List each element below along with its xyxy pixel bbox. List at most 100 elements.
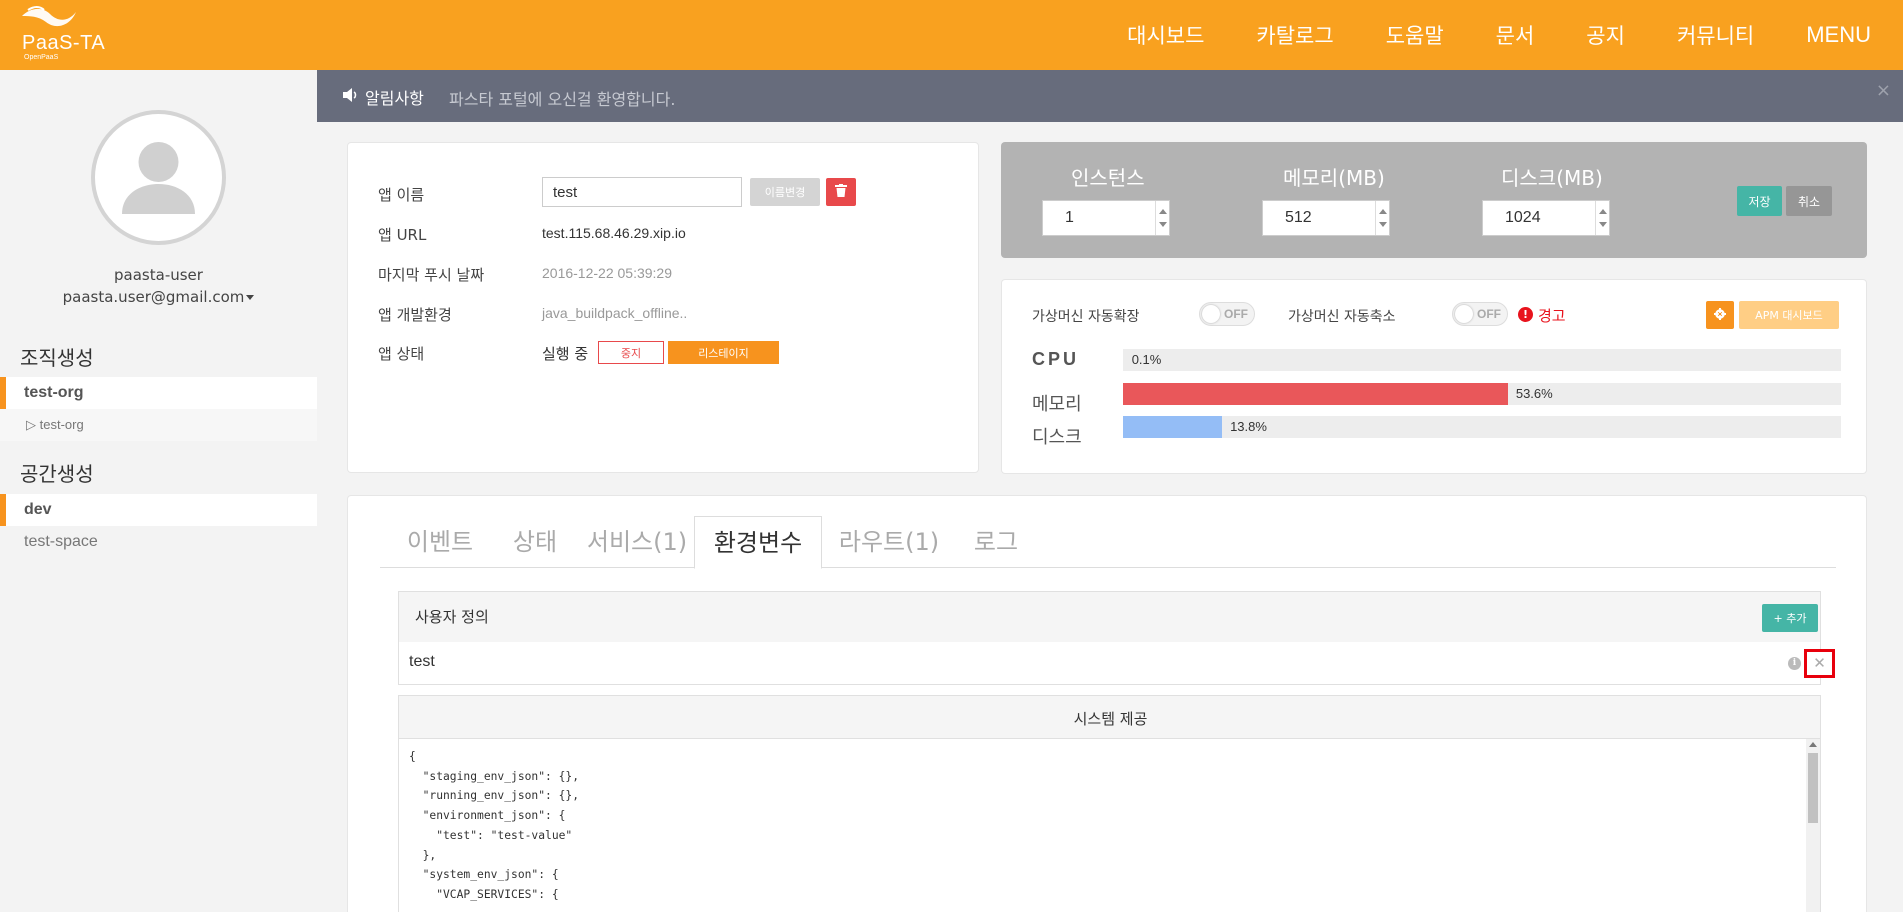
- scale-out-toggle[interactable]: OFF: [1199, 302, 1255, 326]
- arrow-up-icon[interactable]: [1159, 209, 1167, 214]
- instances-value: 1: [1065, 209, 1074, 226]
- user-name: paasta-user: [114, 266, 203, 284]
- stepper-arrows[interactable]: [1155, 201, 1169, 235]
- user-email-dropdown[interactable]: paasta.user@gmail.com: [0, 288, 317, 306]
- close-icon[interactable]: ×: [1876, 80, 1891, 101]
- nav-menu[interactable]: MENU: [1780, 22, 1903, 48]
- nav-community[interactable]: 커뮤니티: [1651, 20, 1780, 50]
- tab-services[interactable]: 서비스(1): [580, 516, 694, 568]
- settings-button[interactable]: [1706, 301, 1734, 329]
- warning-text[interactable]: 경고: [1538, 305, 1566, 326]
- system-provided-title: 시스템 제공: [1073, 710, 1148, 728]
- delete-env-var-button[interactable]: ✕: [1804, 649, 1835, 678]
- tab-env-vars[interactable]: 환경변수: [694, 516, 822, 569]
- paas-ta-logo[interactable]: PaaS-TA OpenPaaS: [18, 6, 128, 66]
- memory-stepper[interactable]: 512: [1262, 200, 1390, 236]
- nav-help[interactable]: 도움말: [1360, 20, 1470, 50]
- resource-settings-card: 인스턴스 1 메모리(MB) 512 디스크(MB) 1024 저장 취소: [1001, 142, 1867, 258]
- avatar: [91, 110, 226, 245]
- user-silhouette-icon: [122, 142, 195, 214]
- disk-label: 디스크(MB): [1501, 166, 1603, 190]
- arrow-up-icon[interactable]: [1379, 209, 1387, 214]
- tab-events[interactable]: 이벤트: [390, 516, 490, 568]
- list-item[interactable]: test i ✕: [398, 642, 1835, 685]
- gear-icon: [1714, 307, 1726, 320]
- instances-label: 인스턴스: [1071, 166, 1145, 190]
- scroll-up-arrow-icon[interactable]: [1809, 742, 1817, 747]
- sidebar-item-org[interactable]: test-org: [0, 377, 317, 409]
- main-nav: 대시보드 카탈로그 도움말 문서 공지 커뮤니티 MENU: [1101, 0, 1903, 70]
- system-env-json[interactable]: { "staging_env_json": {}, "running_env_j…: [409, 747, 579, 905]
- app-url-label: 앱 URL: [378, 226, 427, 244]
- last-push-value: 2016-12-22 05:39:29: [542, 265, 672, 281]
- disk-usage-bar: 13.8%: [1123, 416, 1841, 438]
- disk-value: 1024: [1505, 209, 1541, 226]
- nav-docs[interactable]: 문서: [1470, 20, 1561, 50]
- org-section-title[interactable]: 조직생성: [20, 342, 94, 371]
- memory-bar-fill: [1123, 383, 1508, 405]
- app-url-value[interactable]: test.115.68.46.29.xip.io: [542, 225, 686, 241]
- app-info-card: 앱 이름 이름변경 앱 URL test.115.68.46.29.xip.io…: [347, 142, 979, 473]
- cpu-usage-bar: 0.1%: [1123, 349, 1841, 371]
- stepper-arrows[interactable]: [1595, 201, 1609, 235]
- delete-app-button[interactable]: [826, 178, 856, 206]
- tab-routes[interactable]: 라우트(1): [822, 516, 956, 568]
- metric-label-disk: 디스크: [1032, 427, 1082, 448]
- env-var-key[interactable]: test: [409, 653, 435, 671]
- nav-dashboard[interactable]: 대시보드: [1101, 20, 1230, 50]
- user-defined-title: 사용자 정의: [415, 608, 489, 626]
- app-status-label: 앱 상태: [378, 345, 425, 363]
- disk-stepper[interactable]: 1024: [1482, 200, 1610, 236]
- scrollbar[interactable]: [1806, 739, 1820, 912]
- speaker-icon: [343, 88, 357, 102]
- autoscale-metrics-card: 가상머신 자동확장 OFF 가상머신 자동축소 OFF ! 경고 APM 대시보…: [1001, 279, 1867, 474]
- toggle-knob: [1202, 305, 1220, 323]
- arrow-down-icon[interactable]: [1599, 222, 1607, 227]
- memory-usage-text: 53.6%: [1515, 386, 1553, 401]
- warning-icon: !: [1518, 307, 1533, 322]
- toggle-state: OFF: [1224, 307, 1248, 321]
- sidebar-subitem-org[interactable]: ▷ test-org: [0, 409, 317, 441]
- space-section-title[interactable]: 공간생성: [20, 458, 94, 487]
- sidebar-item-space-dev[interactable]: dev: [0, 494, 317, 526]
- memory-value: 512: [1285, 209, 1312, 226]
- app-name-input[interactable]: [542, 177, 742, 207]
- close-icon: ✕: [1813, 654, 1826, 672]
- notice-bar: 알림사항 파스타 포털에 오신걸 환영합니다. ×: [317, 70, 1903, 122]
- metric-label-memory: 메모리: [1032, 394, 1082, 415]
- disk-usage-text: 13.8%: [1230, 419, 1267, 434]
- scale-in-label: 가상머신 자동축소: [1288, 309, 1396, 325]
- nav-catalog[interactable]: 카탈로그: [1230, 20, 1359, 50]
- scale-out-label: 가상머신 자동확장: [1032, 309, 1140, 325]
- scale-in-toggle[interactable]: OFF: [1452, 302, 1508, 326]
- rename-button[interactable]: 이름변경: [750, 178, 820, 206]
- disk-bar-fill: [1123, 416, 1223, 438]
- system-provided-header: 시스템 제공: [398, 695, 1821, 739]
- notice-label: 알림사항: [365, 89, 424, 108]
- scrollbar-thumb[interactable]: [1808, 753, 1818, 823]
- arrow-up-icon[interactable]: [1599, 209, 1607, 214]
- app-name-label: 앱 이름: [378, 186, 425, 204]
- top-navbar: PaaS-TA OpenPaaS 대시보드 카탈로그 도움말 문서 공지 커뮤니…: [0, 0, 1903, 70]
- stop-button[interactable]: 중지: [598, 341, 664, 364]
- add-env-var-button[interactable]: + 추가: [1762, 604, 1818, 632]
- instances-stepper[interactable]: 1: [1042, 200, 1170, 236]
- user-defined-header: 사용자 정의 + 추가: [398, 591, 1821, 643]
- cancel-button[interactable]: 취소: [1786, 186, 1832, 216]
- arrow-down-icon[interactable]: [1379, 222, 1387, 227]
- tab-logs[interactable]: 로그: [956, 516, 1036, 568]
- restage-button[interactable]: 리스테이지: [668, 341, 779, 364]
- arrow-down-icon[interactable]: [1159, 222, 1167, 227]
- stepper-arrows[interactable]: [1375, 201, 1389, 235]
- apm-dashboard-button[interactable]: APM 대시보드: [1739, 301, 1839, 329]
- nav-notice[interactable]: 공지: [1560, 20, 1651, 50]
- save-button[interactable]: 저장: [1737, 186, 1782, 216]
- sidebar-item-space-test[interactable]: test-space: [0, 526, 317, 558]
- triangle-right-icon: ▷: [26, 417, 40, 432]
- logo-text: PaaS-TA: [22, 32, 106, 54]
- tab-status[interactable]: 상태: [490, 516, 580, 568]
- system-env-json-textarea[interactable]: { "staging_env_json": {}, "running_env_j…: [398, 739, 1821, 912]
- info-icon[interactable]: i: [1788, 657, 1801, 670]
- last-push-label: 마지막 푸시 날짜: [378, 266, 485, 284]
- toggle-knob: [1455, 305, 1473, 323]
